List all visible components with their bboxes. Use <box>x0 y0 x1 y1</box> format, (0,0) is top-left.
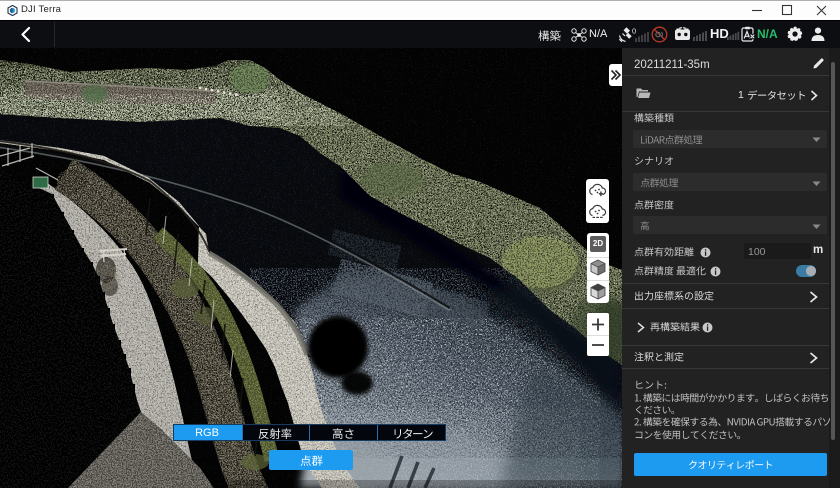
svg-text:0: 0 <box>632 27 636 36</box>
